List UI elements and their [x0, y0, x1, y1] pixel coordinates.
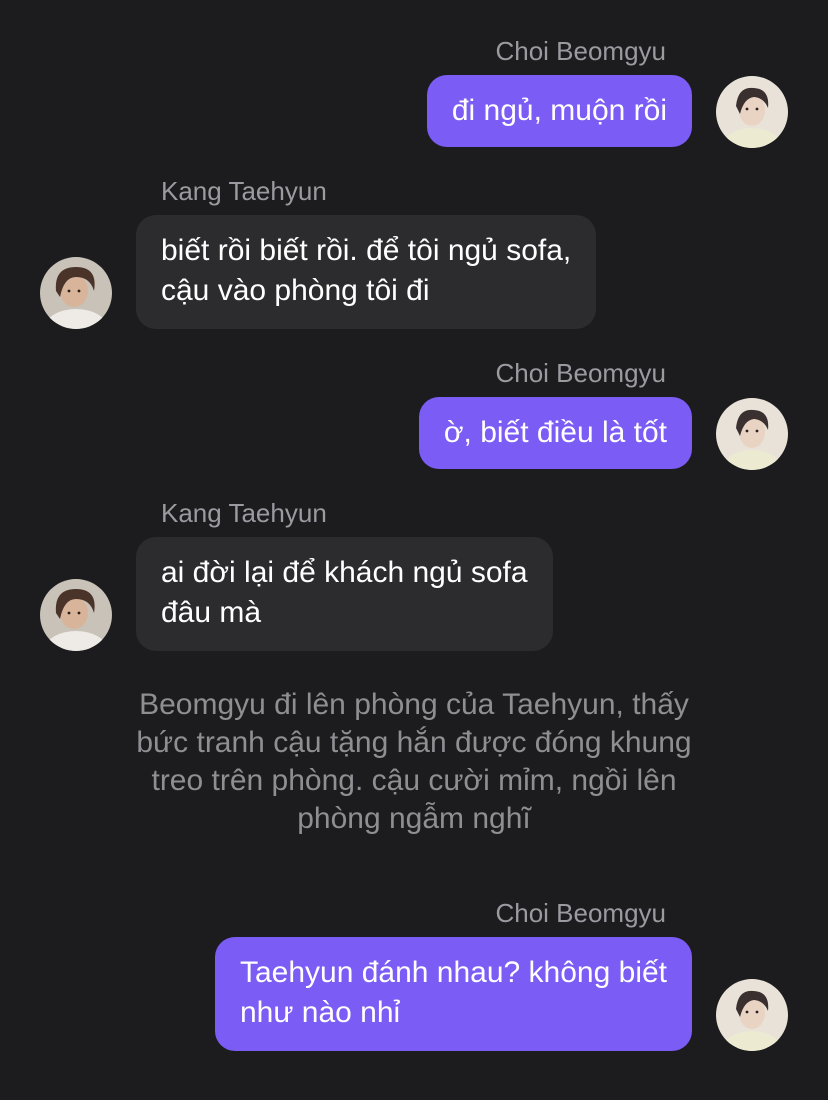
message-line: đâu mà	[161, 596, 262, 629]
beomgyu-avatar[interactable]	[716, 398, 788, 470]
message-bubble-incoming[interactable]: ai đời lại để khách ngủ sofa đâu mà	[136, 537, 553, 651]
narration-line: Beomgyu đi lên phòng của Taehyun, thấy	[139, 688, 689, 721]
avatar-photo-beomgyu-icon	[716, 979, 788, 1051]
message-bubble-incoming[interactable]: biết rồi biết rồi. để tôi ngủ sofa, cậu …	[136, 215, 597, 329]
narration-line: bức tranh cậu tặng hắn được đóng khung	[136, 726, 692, 759]
avatar-photo-beomgyu-icon	[716, 398, 788, 470]
message-line: cậu vào phòng tôi đi	[161, 274, 430, 307]
avatar-photo-taehyun-icon	[40, 257, 112, 329]
message-bubble-outgoing[interactable]: Taehyun đánh nhau? không biết như nào nh…	[214, 937, 692, 1051]
taehyun-avatar[interactable]	[40, 257, 112, 329]
message-line: biết rồi biết rồi. để tôi ngủ sofa,	[161, 234, 572, 267]
message-line: ai đời lại để khách ngủ sofa	[161, 556, 528, 589]
sender-name: Choi Beomgyu	[495, 36, 666, 66]
narration-line: phòng ngẫm nghĩ	[297, 802, 531, 835]
sender-name: Kang Taehyun	[161, 498, 327, 528]
sender-name: Choi Beomgyu	[495, 358, 666, 388]
message-line: ờ, biết điều là tốt	[443, 416, 667, 449]
beomgyu-avatar[interactable]	[716, 76, 788, 148]
message-line: Taehyun đánh nhau? không biết	[239, 956, 667, 989]
narration-line: treo trên phòng. cậu cười mỉm, ngồi lên	[151, 764, 677, 797]
avatar-photo-taehyun-icon	[40, 579, 112, 651]
message-bubble-outgoing[interactable]: đi ngủ, muộn rồi	[426, 75, 692, 147]
sender-name: Choi Beomgyu	[495, 898, 666, 928]
narration-text: Beomgyu đi lên phòng của Taehyun, thấy b…	[90, 686, 738, 838]
avatar-photo-beomgyu-icon	[716, 76, 788, 148]
taehyun-avatar[interactable]	[40, 579, 112, 651]
message-bubble-outgoing[interactable]: ờ, biết điều là tốt	[418, 397, 692, 469]
beomgyu-avatar[interactable]	[716, 979, 788, 1051]
message-line: đi ngủ, muộn rồi	[451, 94, 667, 127]
message-line: như nào nhỉ	[239, 996, 401, 1029]
sender-name: Kang Taehyun	[161, 176, 327, 206]
